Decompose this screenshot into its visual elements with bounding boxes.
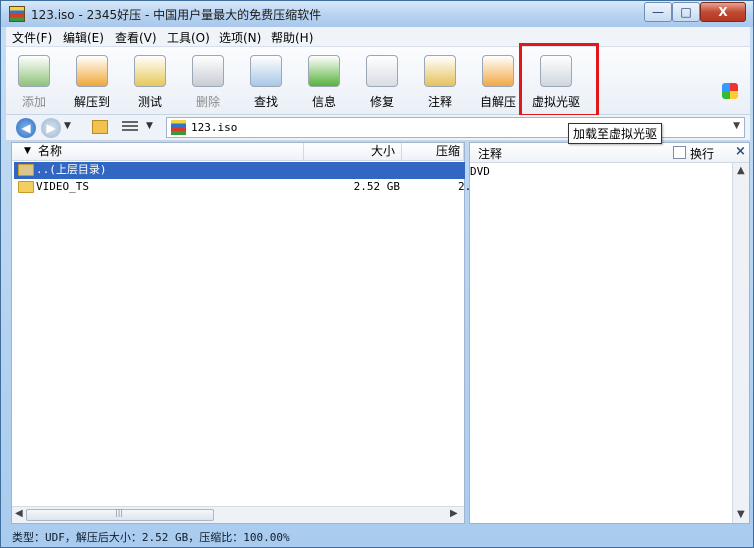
find-label: 查找 bbox=[253, 95, 278, 109]
comment-button[interactable]: 注释 bbox=[412, 53, 468, 113]
delete-button[interactable]: 删除 bbox=[180, 53, 236, 113]
scroll-right-icon[interactable]: ▶ bbox=[450, 508, 458, 519]
find-button[interactable]: 查找 bbox=[238, 53, 294, 113]
title-bar: 123.iso - 2345好压 - 中国用户量最大的免费压缩软件 — □ X bbox=[1, 1, 753, 27]
menu-help[interactable]: 帮助(H) bbox=[271, 29, 313, 46]
menu-file[interactable]: 文件(F) bbox=[12, 29, 52, 46]
test-icon bbox=[134, 55, 166, 87]
info-button[interactable]: 信息 bbox=[296, 53, 352, 113]
info-label: 信息 bbox=[311, 95, 336, 109]
toolbar: 添加 解压到 测试 删除 查找 信息 修复 注释 自解压 虚拟光驱 bbox=[6, 47, 750, 115]
find-icon bbox=[250, 55, 282, 87]
test-button[interactable]: 测试 bbox=[122, 53, 178, 113]
sfx-button[interactable]: 自解压 bbox=[470, 53, 526, 113]
table-row[interactable]: VIDEO_TS 2.52 GB 2. bbox=[14, 179, 471, 196]
file-list: ▼ 名称 大小 压缩 ..(上层目录) VIDEO_TS 2.52 GB 2. … bbox=[11, 142, 471, 524]
repair-button[interactable]: 修复 bbox=[354, 53, 410, 113]
repair-icon bbox=[366, 55, 398, 87]
delete-label: 删除 bbox=[195, 95, 220, 109]
comment-title: 注释 bbox=[478, 147, 503, 161]
repair-label: 修复 bbox=[369, 95, 394, 109]
folder-icon bbox=[18, 181, 34, 193]
horizontal-scrollbar[interactable]: ◀ ||| ▶ bbox=[12, 506, 464, 523]
extract-icon bbox=[76, 55, 108, 87]
column-name-label: 名称 bbox=[38, 144, 63, 158]
highlight-annotation bbox=[519, 43, 599, 117]
row-name: VIDEO_TS bbox=[36, 180, 89, 193]
column-compressed[interactable]: 压缩 bbox=[402, 143, 464, 161]
comment-label: 注释 bbox=[427, 95, 452, 109]
scroll-left-icon[interactable]: ◀ bbox=[15, 508, 23, 519]
menu-options[interactable]: 选项(N) bbox=[219, 29, 261, 46]
menu-view[interactable]: 查看(V) bbox=[115, 29, 157, 46]
app-icon bbox=[9, 6, 25, 22]
window-title: 123.iso - 2345好压 - 中国用户量最大的免费压缩软件 bbox=[31, 8, 322, 22]
scroll-grip: ||| bbox=[115, 508, 124, 517]
table-row[interactable]: ..(上层目录) bbox=[14, 162, 465, 179]
sort-icon: ▼ bbox=[24, 146, 31, 156]
up-folder-icon[interactable] bbox=[92, 120, 108, 134]
wrap-label: 换行 bbox=[690, 147, 715, 161]
path-text: 123.iso bbox=[191, 121, 238, 134]
comment-pane: 注释 换行 × DVD ▲ ▼ bbox=[469, 142, 750, 524]
archive-icon bbox=[171, 120, 186, 135]
scroll-thumb[interactable]: ||| bbox=[26, 508, 214, 521]
add-button[interactable]: 添加 bbox=[6, 53, 62, 113]
menu-edit[interactable]: 编辑(E) bbox=[63, 29, 104, 46]
scroll-up-icon[interactable]: ▲ bbox=[737, 165, 745, 176]
app-window: 123.iso - 2345好压 - 中国用户量最大的免费压缩软件 — □ X … bbox=[0, 0, 754, 548]
menu-bar: 文件(F) 编辑(E) 查看(V) 工具(O) 选项(N) 帮助(H) bbox=[6, 27, 750, 47]
wrap-checkbox[interactable] bbox=[673, 146, 686, 159]
path-dropdown-icon[interactable]: ▼ bbox=[733, 121, 740, 131]
sfx-label: 自解压 bbox=[479, 95, 516, 109]
row-size: 2.52 GB bbox=[353, 180, 400, 193]
column-size[interactable]: 大小 bbox=[304, 143, 402, 161]
view-mode-icon[interactable] bbox=[122, 121, 138, 133]
sfx-icon bbox=[482, 55, 514, 87]
close-button[interactable]: X bbox=[700, 2, 746, 22]
extract-button[interactable]: 解压到 bbox=[64, 53, 120, 113]
add-icon bbox=[18, 55, 50, 87]
menu-tools[interactable]: 工具(O) bbox=[167, 29, 210, 46]
comment-close-icon[interactable]: × bbox=[735, 144, 746, 159]
scroll-down-icon[interactable]: ▼ bbox=[737, 509, 745, 520]
view-dropdown-icon[interactable]: ▼ bbox=[146, 121, 153, 131]
parent-folder-icon bbox=[18, 164, 34, 176]
add-label: 添加 bbox=[21, 95, 46, 109]
back-button[interactable]: ◀ bbox=[16, 118, 36, 138]
tooltip: 加载至虚拟光驱 bbox=[568, 123, 663, 144]
test-label: 测试 bbox=[137, 95, 162, 109]
forward-button[interactable]: ▶ bbox=[41, 118, 61, 138]
comment-header: 注释 换行 × bbox=[470, 143, 749, 163]
extract-label: 解压到 bbox=[73, 95, 110, 109]
maximize-button[interactable]: □ bbox=[672, 2, 700, 22]
row-name: ..(上层目录) bbox=[36, 163, 107, 176]
history-dropdown-icon[interactable]: ▼ bbox=[64, 121, 71, 131]
minimize-button[interactable]: — bbox=[644, 2, 672, 22]
vertical-scrollbar[interactable]: ▲ ▼ bbox=[732, 163, 749, 523]
info-icon bbox=[308, 55, 340, 87]
status-bar: 类型：UDF，解压后大小：2.52 GB，压缩比：100.00% bbox=[12, 531, 290, 544]
delete-icon bbox=[192, 55, 224, 87]
skin-icon[interactable] bbox=[722, 83, 738, 99]
comment-icon bbox=[424, 55, 456, 87]
comment-text: DVD bbox=[470, 165, 490, 178]
column-name[interactable]: ▼ 名称 bbox=[12, 143, 304, 161]
